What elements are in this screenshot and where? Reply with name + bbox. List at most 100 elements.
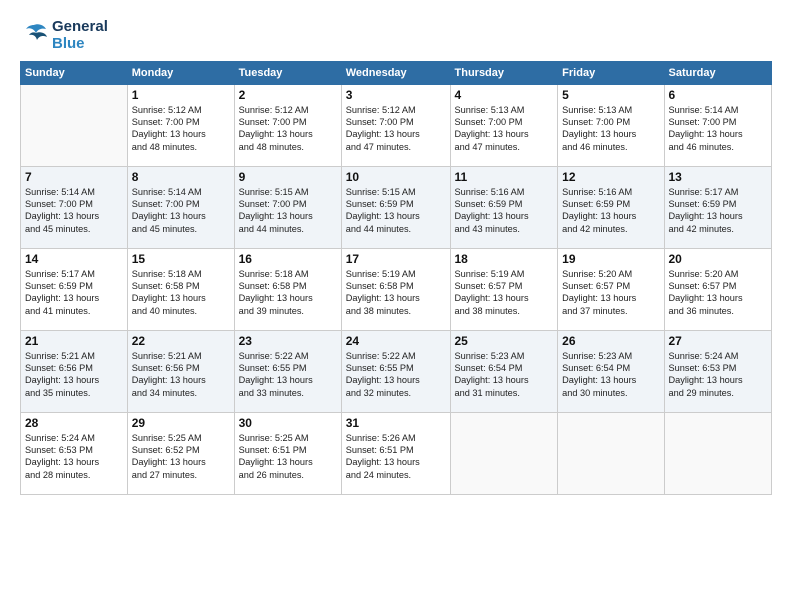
day-info: Sunrise: 5:23 AMSunset: 6:54 PMDaylight:… xyxy=(455,350,554,400)
day-number: 26 xyxy=(562,334,659,348)
day-info: Sunrise: 5:20 AMSunset: 6:57 PMDaylight:… xyxy=(562,268,659,318)
day-number: 12 xyxy=(562,170,659,184)
day-info: Sunrise: 5:17 AMSunset: 6:59 PMDaylight:… xyxy=(669,186,768,236)
day-number: 23 xyxy=(239,334,337,348)
weekday-header-sunday: Sunday xyxy=(21,61,128,84)
calendar-cell: 26 Sunrise: 5:23 AMSunset: 6:54 PMDayligh… xyxy=(558,330,664,412)
calendar-cell: 15Sunrise: 5:18 AMSunset: 6:58 PMDayligh… xyxy=(127,248,234,330)
calendar-cell: 17 Sunrise: 5:19 AMSunset: 6:58 PMDayligh… xyxy=(341,248,450,330)
day-info: Sunrise: 5:16 AMSunset: 6:59 PMDaylight:… xyxy=(562,186,659,236)
calendar-cell: 29 Sunrise: 5:25 AMSunset: 6:52 PMDayligh… xyxy=(127,412,234,494)
calendar-week-row: 7 Sunrise: 5:14 AMSunset: 7:00 PMDaylight… xyxy=(21,166,772,248)
day-number: 15 xyxy=(132,252,230,266)
calendar-cell: 5 Sunrise: 5:13 AMSunset: 7:00 PMDaylight… xyxy=(558,84,664,166)
day-number: 11 xyxy=(455,170,554,184)
day-number: 31 xyxy=(346,416,446,430)
calendar-cell: 2 Sunrise: 5:12 AMSunset: 7:00 PMDaylight… xyxy=(234,84,341,166)
calendar-cell: 25 Sunrise: 5:23 AMSunset: 6:54 PMDayligh… xyxy=(450,330,558,412)
weekday-header-friday: Friday xyxy=(558,61,664,84)
calendar-cell: 11 Sunrise: 5:16 AMSunset: 6:59 PMDayligh… xyxy=(450,166,558,248)
logo-text: General Blue xyxy=(52,18,108,53)
day-number: 30 xyxy=(239,416,337,430)
day-info: Sunrise: 5:13 AMSunset: 7:00 PMDaylight:… xyxy=(455,104,554,154)
calendar-cell: 6 Sunrise: 5:14 AMSunset: 7:00 PMDaylight… xyxy=(664,84,772,166)
day-number: 4 xyxy=(455,88,554,102)
calendar-cell: 8 Sunrise: 5:14 AMSunset: 7:00 PMDaylight… xyxy=(127,166,234,248)
calendar-cell xyxy=(664,412,772,494)
logo: General Blue xyxy=(20,18,108,53)
day-info: Sunrise: 5:21 AMSunset: 6:56 PMDaylight:… xyxy=(25,350,123,400)
day-number: 10 xyxy=(346,170,446,184)
day-number: 8 xyxy=(132,170,230,184)
day-number: 1 xyxy=(132,88,230,102)
calendar-cell: 24Sunrise: 5:22 AMSunset: 6:55 PMDayligh… xyxy=(341,330,450,412)
logo-icon xyxy=(20,21,48,49)
day-info: Sunrise: 5:14 AMSunset: 7:00 PMDaylight:… xyxy=(25,186,123,236)
day-info: Sunrise: 5:22 AMSunset: 6:55 PMDaylight:… xyxy=(346,350,446,400)
calendar-cell: 27 Sunrise: 5:24 AMSunset: 6:53 PMDayligh… xyxy=(664,330,772,412)
day-number: 9 xyxy=(239,170,337,184)
day-info: Sunrise: 5:22 AMSunset: 6:55 PMDaylight:… xyxy=(239,350,337,400)
calendar-cell xyxy=(21,84,128,166)
day-info: Sunrise: 5:17 AMSunset: 6:59 PMDaylight:… xyxy=(25,268,123,318)
day-info: Sunrise: 5:24 AMSunset: 6:53 PMDaylight:… xyxy=(25,432,123,482)
calendar-cell: 16 Sunrise: 5:18 AMSunset: 6:58 PMDayligh… xyxy=(234,248,341,330)
calendar-cell: 20 Sunrise: 5:20 AMSunset: 6:57 PMDayligh… xyxy=(664,248,772,330)
page: General Blue SundayMondayTuesdayWednesda… xyxy=(0,0,792,612)
day-info: Sunrise: 5:12 AMSunset: 7:00 PMDaylight:… xyxy=(132,104,230,154)
calendar-cell xyxy=(558,412,664,494)
day-info: Sunrise: 5:15 AMSunset: 7:00 PMDaylight:… xyxy=(239,186,337,236)
calendar-cell: 12 Sunrise: 5:16 AMSunset: 6:59 PMDayligh… xyxy=(558,166,664,248)
day-number: 6 xyxy=(669,88,768,102)
day-number: 16 xyxy=(239,252,337,266)
calendar-cell xyxy=(450,412,558,494)
day-info: Sunrise: 5:12 AMSunset: 7:00 PMDaylight:… xyxy=(346,104,446,154)
calendar-cell: 9 Sunrise: 5:15 AMSunset: 7:00 PMDaylight… xyxy=(234,166,341,248)
weekday-header-wednesday: Wednesday xyxy=(341,61,450,84)
day-info: Sunrise: 5:23 AMSunset: 6:54 PMDaylight:… xyxy=(562,350,659,400)
day-info: Sunrise: 5:25 AMSunset: 6:52 PMDaylight:… xyxy=(132,432,230,482)
day-info: Sunrise: 5:16 AMSunset: 6:59 PMDaylight:… xyxy=(455,186,554,236)
day-info: Sunrise: 5:13 AMSunset: 7:00 PMDaylight:… xyxy=(562,104,659,154)
day-number: 19 xyxy=(562,252,659,266)
day-number: 17 xyxy=(346,252,446,266)
day-number: 22 xyxy=(132,334,230,348)
calendar-cell: 18Sunrise: 5:19 AMSunset: 6:57 PMDayligh… xyxy=(450,248,558,330)
weekday-header-saturday: Saturday xyxy=(664,61,772,84)
calendar-cell: 1 Sunrise: 5:12 AMSunset: 7:00 PMDaylight… xyxy=(127,84,234,166)
day-info: Sunrise: 5:18 AMSunset: 6:58 PMDaylight:… xyxy=(239,268,337,318)
day-info: Sunrise: 5:19 AMSunset: 6:58 PMDaylight:… xyxy=(346,268,446,318)
day-number: 14 xyxy=(25,252,123,266)
day-info: Sunrise: 5:15 AMSunset: 6:59 PMDaylight:… xyxy=(346,186,446,236)
day-info: Sunrise: 5:24 AMSunset: 6:53 PMDaylight:… xyxy=(669,350,768,400)
day-number: 27 xyxy=(669,334,768,348)
calendar-cell: 22Sunrise: 5:21 AMSunset: 6:56 PMDayligh… xyxy=(127,330,234,412)
day-number: 13 xyxy=(669,170,768,184)
day-number: 2 xyxy=(239,88,337,102)
day-info: Sunrise: 5:12 AMSunset: 7:00 PMDaylight:… xyxy=(239,104,337,154)
calendar-week-row: 14 Sunrise: 5:17 AMSunset: 6:59 PMDayligh… xyxy=(21,248,772,330)
calendar-header-row: SundayMondayTuesdayWednesdayThursdayFrid… xyxy=(21,61,772,84)
day-info: Sunrise: 5:14 AMSunset: 7:00 PMDaylight:… xyxy=(669,104,768,154)
day-number: 25 xyxy=(455,334,554,348)
calendar-cell: 4 Sunrise: 5:13 AMSunset: 7:00 PMDaylight… xyxy=(450,84,558,166)
day-number: 7 xyxy=(25,170,123,184)
calendar-cell: 21 Sunrise: 5:21 AMSunset: 6:56 PMDayligh… xyxy=(21,330,128,412)
calendar-cell: 3Sunrise: 5:12 AMSunset: 7:00 PMDaylight… xyxy=(341,84,450,166)
calendar-cell: 13 Sunrise: 5:17 AMSunset: 6:59 PMDayligh… xyxy=(664,166,772,248)
day-number: 20 xyxy=(669,252,768,266)
calendar-cell: 23 Sunrise: 5:22 AMSunset: 6:55 PMDayligh… xyxy=(234,330,341,412)
calendar-week-row: 28Sunrise: 5:24 AMSunset: 6:53 PMDayligh… xyxy=(21,412,772,494)
day-info: Sunrise: 5:14 AMSunset: 7:00 PMDaylight:… xyxy=(132,186,230,236)
day-info: Sunrise: 5:19 AMSunset: 6:57 PMDaylight:… xyxy=(455,268,554,318)
calendar-cell: 19 Sunrise: 5:20 AMSunset: 6:57 PMDayligh… xyxy=(558,248,664,330)
calendar-cell: 30Sunrise: 5:25 AMSunset: 6:51 PMDayligh… xyxy=(234,412,341,494)
day-number: 29 xyxy=(132,416,230,430)
calendar-cell: 14 Sunrise: 5:17 AMSunset: 6:59 PMDayligh… xyxy=(21,248,128,330)
day-number: 5 xyxy=(562,88,659,102)
weekday-header-tuesday: Tuesday xyxy=(234,61,341,84)
calendar-cell: 28Sunrise: 5:24 AMSunset: 6:53 PMDayligh… xyxy=(21,412,128,494)
day-number: 21 xyxy=(25,334,123,348)
day-info: Sunrise: 5:20 AMSunset: 6:57 PMDaylight:… xyxy=(669,268,768,318)
calendar-week-row: 1 Sunrise: 5:12 AMSunset: 7:00 PMDaylight… xyxy=(21,84,772,166)
